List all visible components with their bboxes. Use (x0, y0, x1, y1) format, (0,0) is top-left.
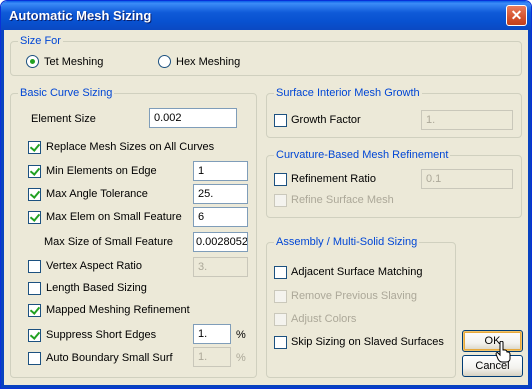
suppress-short-edges-field[interactable]: 1. (193, 324, 231, 344)
refinement-ratio-label: Refinement Ratio (291, 173, 376, 185)
assembly-group: Assembly / Multi-Solid Sizing (266, 236, 456, 378)
remove-previous-slaving-label: Remove Previous Slaving (291, 290, 417, 302)
dialog-window: Automatic Mesh Sizing ✕ Size For Tet Mes… (0, 0, 532, 389)
window-frame-bottom (1, 385, 531, 388)
refine-surface-mesh-label: Refine Surface Mesh (291, 194, 394, 206)
hex-meshing-radio[interactable] (158, 55, 171, 68)
refinement-ratio-field: 0.1 (421, 169, 513, 189)
max-elem-small-feature-checkbox[interactable] (28, 211, 41, 224)
length-based-sizing-checkbox[interactable] (28, 282, 41, 295)
adjacent-surface-matching-label: Adjacent Surface Matching (291, 266, 423, 278)
skip-sizing-slaved-label: Skip Sizing on Slaved Surfaces (291, 336, 444, 348)
replace-mesh-sizes-label: Replace Mesh Sizes on All Curves (46, 141, 215, 153)
max-elem-small-feature-field[interactable]: 6 (193, 207, 248, 227)
surface-interior-label: Surface Interior Mesh Growth (274, 87, 422, 99)
auto-boundary-small-surf-label: Auto Boundary Small Surf (46, 352, 173, 364)
adjacent-surface-matching-checkbox[interactable] (274, 266, 287, 279)
window-title: Automatic Mesh Sizing (9, 8, 152, 23)
max-angle-tolerance-field[interactable]: 25. (193, 184, 248, 204)
ok-button[interactable]: OK (462, 330, 523, 352)
min-elements-on-edge-checkbox[interactable] (28, 165, 41, 178)
tet-meshing-label: Tet Meshing (44, 56, 104, 68)
remove-previous-slaving-checkbox (274, 290, 287, 303)
hand-cursor-icon (495, 341, 511, 363)
size-for-label: Size For (18, 35, 63, 47)
growth-factor-checkbox[interactable] (274, 114, 287, 127)
title-bar[interactable]: Automatic Mesh Sizing ✕ (1, 1, 531, 30)
mapped-meshing-refinement-checkbox[interactable] (28, 304, 41, 317)
growth-factor-label: Growth Factor (291, 114, 361, 126)
refine-surface-mesh-checkbox (274, 194, 287, 207)
basic-curve-sizing-label: Basic Curve Sizing (18, 87, 115, 99)
vertex-aspect-ratio-label: Vertex Aspect Ratio (46, 260, 142, 272)
element-size-field[interactable]: 0.002 (149, 108, 237, 128)
length-based-sizing-label: Length Based Sizing (46, 282, 147, 294)
auto-boundary-small-surf-checkbox[interactable] (28, 352, 41, 365)
assembly-label: Assembly / Multi-Solid Sizing (274, 236, 420, 248)
window-frame-left (1, 30, 4, 388)
max-angle-tolerance-label: Max Angle Tolerance (46, 188, 148, 200)
cancel-button[interactable]: Cancel (462, 355, 523, 377)
auto-boundary-small-surf-unit: % (236, 352, 246, 364)
skip-sizing-slaved-checkbox[interactable] (274, 336, 287, 349)
auto-boundary-small-surf-field: 1. (193, 347, 231, 367)
growth-factor-field: 1. (421, 110, 513, 130)
max-angle-tolerance-checkbox[interactable] (28, 188, 41, 201)
max-size-small-feature-field[interactable]: 0.0028052 (193, 232, 248, 252)
window-frame-right (528, 30, 531, 388)
min-elements-on-edge-label: Min Elements on Edge (46, 165, 157, 177)
refinement-ratio-checkbox[interactable] (274, 173, 287, 186)
vertex-aspect-ratio-field: 3. (193, 257, 248, 277)
element-size-label: Element Size (31, 113, 96, 125)
tet-meshing-radio[interactable] (26, 55, 39, 68)
hex-meshing-label: Hex Meshing (176, 56, 241, 68)
max-size-small-feature-label: Max Size of Small Feature (44, 236, 173, 248)
suppress-short-edges-unit: % (236, 329, 246, 341)
mapped-meshing-refinement-label: Mapped Meshing Refinement (46, 304, 190, 316)
vertex-aspect-ratio-checkbox[interactable] (28, 260, 41, 273)
suppress-short-edges-label: Suppress Short Edges (46, 329, 157, 341)
max-elem-small-feature-label: Max Elem on Small Feature (46, 211, 182, 223)
close-icon[interactable]: ✕ (506, 5, 527, 26)
min-elements-on-edge-field[interactable]: 1 (193, 161, 248, 181)
adjust-colors-checkbox (274, 313, 287, 326)
curvature-refinement-label: Curvature-Based Mesh Refinement (274, 149, 451, 161)
adjust-colors-label: Adjust Colors (291, 313, 357, 325)
suppress-short-edges-checkbox[interactable] (28, 329, 41, 342)
replace-mesh-sizes-checkbox[interactable] (28, 141, 41, 154)
